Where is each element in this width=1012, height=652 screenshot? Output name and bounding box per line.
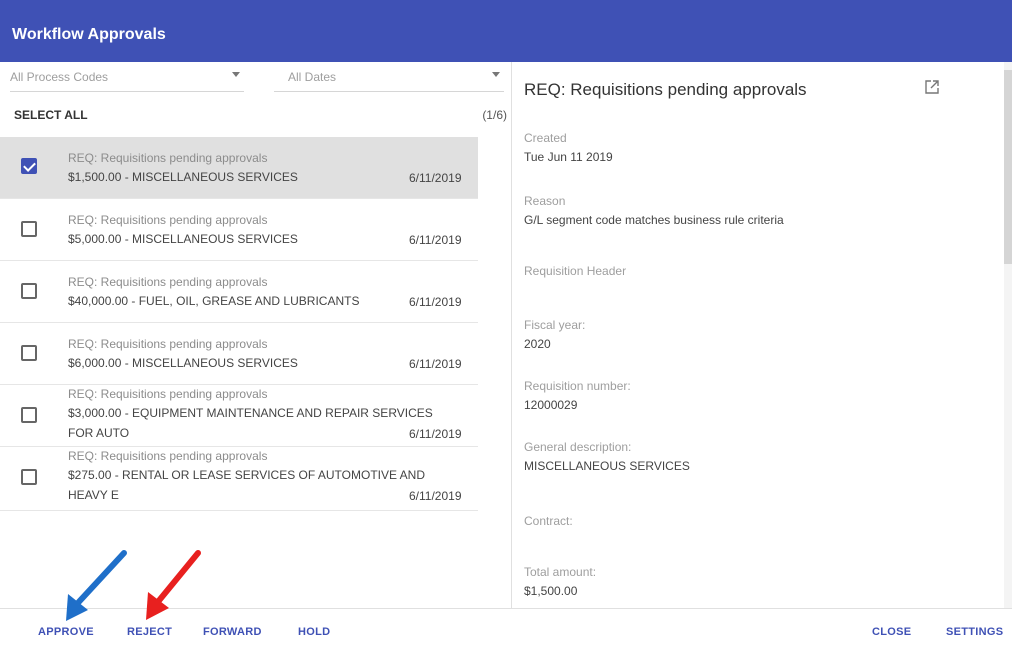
item-description-cont: FOR AUTO (68, 426, 130, 440)
field-value-general-description: MISCELLANEOUS SERVICES (524, 459, 690, 473)
field-value-reason: G/L segment code matches business rule c… (524, 213, 784, 227)
item-date: 6/11/2019 (409, 171, 462, 185)
item-date: 6/11/2019 (409, 489, 462, 503)
field-label-requisition-number: Requisition number: (524, 379, 631, 393)
date-select[interactable]: All Dates (274, 68, 504, 92)
process-code-select[interactable]: All Process Codes (10, 68, 244, 92)
item-subtitle: REQ: Requisitions pending approvals (68, 449, 268, 463)
settings-button[interactable]: SETTINGS (946, 626, 1003, 638)
requisition-list-panel: All Process Codes All Dates SELECT ALL (… (0, 62, 512, 608)
item-subtitle: REQ: Requisitions pending approvals (68, 337, 268, 351)
field-value-total-amount: $1,500.00 (524, 584, 578, 598)
item-date: 6/11/2019 (409, 233, 462, 247)
item-subtitle: REQ: Requisitions pending approvals (68, 387, 268, 401)
field-value-fiscal-year: 2020 (524, 337, 551, 351)
title-bar: Workflow Approvals (0, 0, 1012, 62)
item-description: $40,000.00 - FUEL, OIL, GREASE AND LUBRI… (68, 294, 360, 308)
reject-button[interactable]: REJECT (127, 626, 172, 638)
field-value-requisition-number: 12000029 (524, 398, 578, 412)
item-description: $6,000.00 - MISCELLANEOUS SERVICES (68, 356, 298, 370)
forward-button[interactable]: FORWARD (203, 626, 262, 638)
item-checkbox[interactable] (21, 345, 37, 361)
field-label-created: Created (524, 131, 567, 145)
chevron-down-icon (492, 72, 500, 77)
field-label-general-description: General description: (524, 440, 632, 454)
item-description: $3,000.00 - EQUIPMENT MAINTENANCE AND RE… (68, 406, 433, 420)
process-code-value: All Process Codes (10, 70, 109, 84)
item-checkbox[interactable] (21, 469, 37, 485)
list-item[interactable]: REQ: Requisitions pending approvals $5,0… (0, 199, 478, 261)
hold-button[interactable]: HOLD (298, 626, 330, 638)
field-value-created: Tue Jun 11 2019 (524, 150, 613, 164)
item-date: 6/11/2019 (409, 295, 462, 309)
item-description-cont: HEAVY E (68, 488, 119, 502)
list-item[interactable]: REQ: Requisitions pending approvals $275… (0, 447, 478, 511)
filter-bar: All Process Codes All Dates (0, 62, 512, 92)
detail-panel: REQ: Requisitions pending approvals Crea… (513, 62, 1012, 608)
item-subtitle: REQ: Requisitions pending approvals (68, 275, 268, 289)
field-label-contract: Contract: (524, 514, 573, 528)
list-item[interactable]: REQ: Requisitions pending approvals $40,… (0, 261, 478, 323)
date-value: All Dates (288, 70, 337, 84)
action-bar: APPROVE REJECT FORWARD HOLD CLOSE SETTIN… (0, 609, 1012, 652)
list-item[interactable]: REQ: Requisitions pending approvals $3,0… (0, 385, 478, 447)
item-description: $275.00 - RENTAL OR LEASE SERVICES OF AU… (68, 468, 426, 482)
list-item[interactable]: REQ: Requisitions pending approvals $1,5… (0, 137, 478, 199)
item-subtitle: REQ: Requisitions pending approvals (68, 151, 268, 165)
item-subtitle: REQ: Requisitions pending approvals (68, 213, 268, 227)
selection-count: (1/6) (482, 108, 507, 122)
close-button[interactable]: CLOSE (872, 626, 911, 638)
item-checkbox[interactable] (21, 407, 37, 423)
approve-button[interactable]: APPROVE (38, 626, 94, 638)
field-label-reason: Reason (524, 194, 566, 208)
item-date: 6/11/2019 (409, 357, 462, 371)
detail-title: REQ: Requisitions pending approvals (524, 80, 807, 99)
select-all-button[interactable]: SELECT ALL (14, 108, 88, 122)
detail-scrollbar[interactable] (1004, 62, 1012, 608)
field-label-total-amount: Total amount: (524, 565, 597, 579)
chevron-down-icon (232, 72, 240, 77)
item-checkbox[interactable] (21, 158, 37, 174)
list-item[interactable]: REQ: Requisitions pending approvals $6,0… (0, 323, 478, 385)
item-checkbox[interactable] (21, 283, 37, 299)
window-title: Workflow Approvals (12, 26, 166, 43)
item-description: $5,000.00 - MISCELLANEOUS SERVICES (68, 232, 298, 246)
item-date: 6/11/2019 (409, 427, 462, 441)
scrollbar-thumb[interactable] (1004, 70, 1012, 264)
item-checkbox[interactable] (21, 221, 37, 237)
open-in-new-icon[interactable] (925, 80, 939, 94)
field-label-fiscal-year: Fiscal year: (524, 318, 586, 332)
item-description: $1,500.00 - MISCELLANEOUS SERVICES (68, 170, 298, 184)
field-label-requisition-header: Requisition Header (524, 264, 627, 278)
